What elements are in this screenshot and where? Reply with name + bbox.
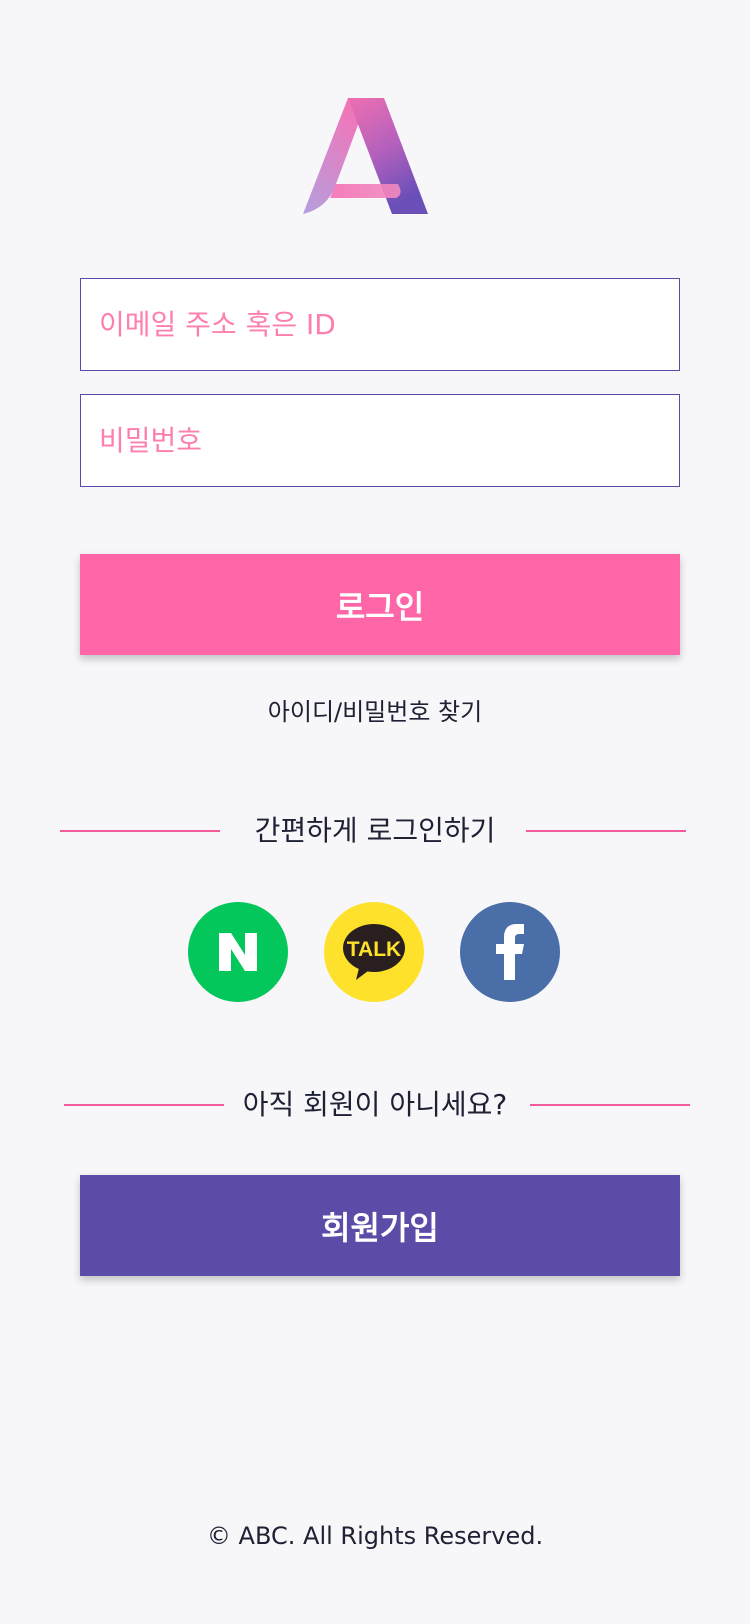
kakao-talk-icon: TALK — [343, 924, 405, 980]
signup-button[interactable]: 회원가입 — [80, 1175, 680, 1276]
divider-line-right — [530, 1104, 690, 1106]
signup-divider: 아직 회원이 아니세요? — [0, 1083, 750, 1127]
social-login-divider: 간편하게 로그인하기 — [0, 809, 750, 853]
find-account-link[interactable]: 아이디/비밀번호 찾기 — [0, 692, 750, 732]
kakao-login-button[interactable]: TALK — [324, 902, 424, 1002]
email-field[interactable] — [80, 278, 680, 371]
login-button[interactable]: 로그인 — [80, 554, 680, 655]
naver-login-button[interactable] — [188, 902, 288, 1002]
naver-icon — [219, 933, 257, 971]
copyright-footer: © ABC. All Rights Reserved. — [206, 1522, 544, 1550]
facebook-login-button[interactable] — [460, 902, 560, 1002]
password-field[interactable] — [80, 394, 680, 487]
svg-text:TALK: TALK — [347, 938, 401, 961]
facebook-icon — [496, 924, 524, 980]
app-logo — [300, 92, 440, 216]
divider-line-right — [526, 830, 686, 832]
